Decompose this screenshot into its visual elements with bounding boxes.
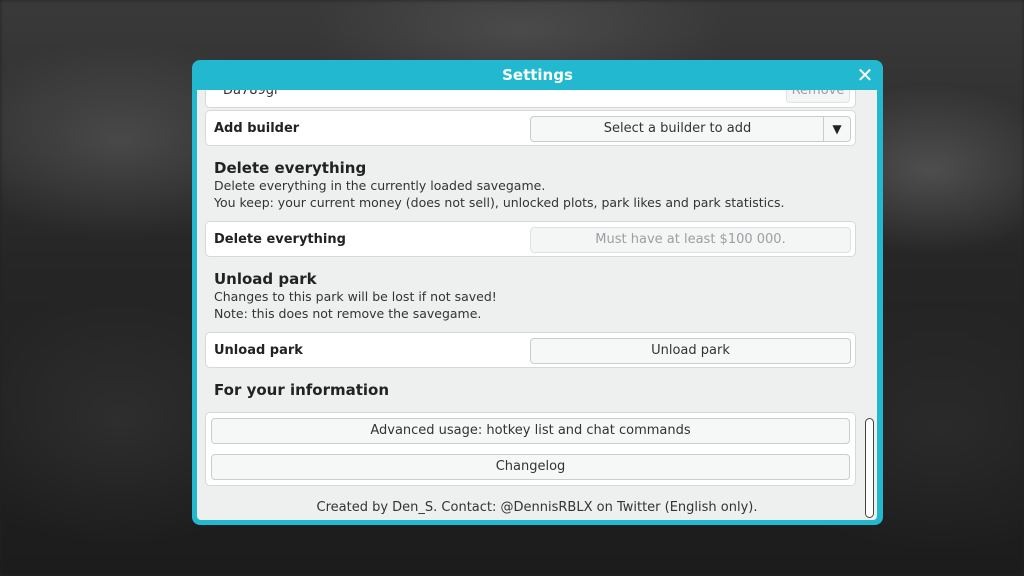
- delete-desc-line2: You keep: your current money (does not s…: [214, 195, 785, 210]
- builder-select-value: Select a builder to add: [603, 121, 752, 136]
- info-buttons-card: Advanced usage: hotkey list and chat com…: [205, 412, 856, 486]
- settings-window: Settings ✕ Da789gr Remove Add builder Se…: [192, 60, 883, 525]
- delete-everything-button[interactable]: Must have at least $100 000.: [530, 227, 851, 253]
- delete-everything-label: Delete everything: [214, 232, 346, 247]
- remove-builder-button[interactable]: Remove: [786, 90, 850, 103]
- changelog-button[interactable]: Changelog: [211, 454, 850, 480]
- window-title: Settings: [502, 66, 573, 84]
- unload-park-row: Unload park Unload park: [205, 332, 856, 368]
- unload-desc-line2: Note: this does not remove the savegame.: [214, 306, 482, 321]
- builder-row: Da789gr Remove: [205, 90, 856, 108]
- unload-park-button[interactable]: Unload park: [530, 338, 851, 364]
- add-builder-row: Add builder Select a builder to add ▼: [205, 110, 856, 146]
- delete-section-title: Delete everything: [214, 159, 367, 177]
- unload-section-title: Unload park: [214, 270, 317, 288]
- chevron-down-icon: ▼: [823, 117, 850, 141]
- unload-park-label: Unload park: [214, 343, 303, 358]
- info-section-title: For your information: [214, 381, 390, 399]
- unload-desc-line1: Changes to this park will be lost if not…: [214, 289, 497, 304]
- builder-select-dropdown[interactable]: Select a builder to add ▼: [530, 116, 851, 142]
- builder-name: Da789gr: [223, 90, 280, 98]
- credits-text: Created by Den_S. Contact: @DennisRBLX o…: [316, 500, 758, 515]
- delete-everything-row: Delete everything Must have at least $10…: [205, 221, 856, 257]
- settings-content[interactable]: Da789gr Remove Add builder Select a buil…: [197, 90, 877, 520]
- title-bar: Settings ✕: [192, 60, 883, 90]
- delete-desc-line1: Delete everything in the currently loade…: [214, 178, 546, 193]
- close-icon[interactable]: ✕: [854, 64, 876, 86]
- advanced-usage-button[interactable]: Advanced usage: hotkey list and chat com…: [211, 418, 850, 444]
- scrollbar-thumb[interactable]: [865, 418, 874, 518]
- add-builder-label: Add builder: [214, 121, 300, 136]
